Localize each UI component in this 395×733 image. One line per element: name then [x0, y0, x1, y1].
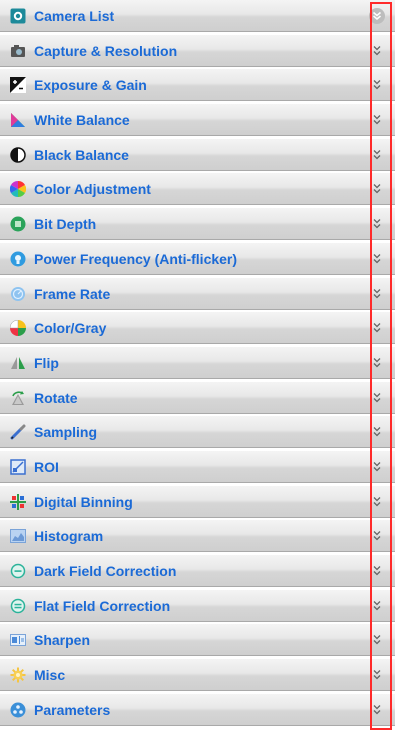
expand-chevron-icon[interactable] — [369, 598, 385, 614]
bit-depth-icon — [10, 216, 26, 232]
settings-accordion: Camera List Capture & Resolution Exposur… — [0, 0, 395, 728]
sharpen-icon — [10, 632, 26, 648]
white-balance-icon — [10, 112, 26, 128]
section-misc[interactable]: Misc — [0, 659, 395, 692]
expand-chevron-icon[interactable] — [369, 355, 385, 371]
section-label: White Balance — [34, 112, 130, 129]
color-wheel-icon — [10, 181, 26, 198]
section-label: Frame Rate — [34, 285, 111, 302]
section-label: Bit Depth — [34, 216, 97, 233]
section-label: Sharpen — [34, 632, 91, 649]
section-label: Digital Binning — [34, 493, 133, 510]
expand-chevron-icon[interactable] — [369, 632, 385, 648]
expand-chevron-icon[interactable] — [369, 181, 385, 197]
section-flat-field-correction[interactable]: Flat Field Correction — [0, 589, 395, 622]
flat-field-icon — [10, 598, 26, 614]
section-label: Color/Gray — [34, 320, 107, 337]
flip-icon — [10, 355, 26, 371]
dark-field-icon — [10, 563, 26, 579]
section-label: Camera List — [34, 8, 115, 24]
expand-chevron-icon[interactable] — [369, 43, 385, 59]
digital-binning-icon — [10, 493, 26, 510]
section-sampling[interactable]: Sampling — [0, 416, 395, 449]
section-label: Sampling — [34, 424, 98, 441]
section-black-balance[interactable]: Black Balance — [0, 138, 395, 171]
section-capture-resolution[interactable]: Capture & Resolution — [0, 34, 395, 67]
section-label: Rotate — [34, 389, 78, 406]
capture-camera-icon — [10, 43, 26, 59]
section-label: Exposure & Gain — [34, 77, 147, 94]
camera-settings-panel: Camera List Capture & Resolution Exposur… — [0, 0, 395, 733]
color-gray-icon — [10, 320, 26, 337]
expand-chevron-icon[interactable] — [369, 667, 385, 683]
black-balance-icon — [10, 147, 26, 163]
section-label: Flip — [34, 354, 59, 371]
section-label: Dark Field Correction — [34, 563, 177, 579]
section-power-frequency[interactable]: Power Frequency (Anti-flicker) — [0, 242, 395, 275]
expand-chevron-icon[interactable] — [369, 563, 385, 579]
section-sharpen[interactable]: Sharpen — [0, 624, 395, 657]
parameters-icon — [10, 702, 26, 718]
power-frequency-icon — [10, 251, 26, 267]
expand-chevron-icon[interactable] — [369, 286, 385, 302]
section-frame-rate[interactable]: Frame Rate — [0, 277, 395, 310]
section-flip[interactable]: Flip — [0, 346, 395, 379]
sampling-pen-icon — [10, 424, 26, 440]
section-camera-list[interactable]: Camera List — [0, 0, 395, 32]
section-digital-binning[interactable]: Digital Binning — [0, 485, 395, 518]
frame-rate-icon — [10, 286, 26, 302]
section-color-adjustment[interactable]: Color Adjustment — [0, 173, 395, 206]
section-label: Power Frequency (Anti-flicker) — [34, 250, 238, 267]
expand-chevron-icon[interactable] — [369, 112, 385, 128]
section-histogram[interactable]: Histogram — [0, 520, 395, 553]
expand-chevron-icon[interactable] — [369, 424, 385, 440]
section-exposure-gain[interactable]: Exposure & Gain — [0, 69, 395, 102]
section-label: Histogram — [34, 528, 104, 545]
section-label: ROI — [34, 458, 59, 475]
expand-chevron-icon[interactable] — [369, 320, 385, 336]
camera-list-icon — [10, 8, 26, 24]
section-label: Capture & Resolution — [34, 42, 178, 59]
expand-chevron-icon[interactable] — [369, 459, 385, 475]
section-white-balance[interactable]: White Balance — [0, 104, 395, 137]
expand-chevron-icon[interactable] — [369, 494, 385, 510]
section-label: Parameters — [34, 701, 111, 718]
expand-chevron-icon[interactable] — [369, 528, 385, 544]
expand-chevron-icon[interactable] — [369, 77, 385, 93]
section-label: Black Balance — [34, 146, 129, 163]
section-dark-field-correction[interactable]: Dark Field Correction — [0, 555, 395, 587]
expand-chevron-icon[interactable] — [369, 147, 385, 163]
histogram-icon — [10, 528, 26, 544]
collapse-chevron-icon[interactable] — [369, 8, 385, 24]
roi-icon — [10, 459, 26, 475]
expand-chevron-icon[interactable] — [369, 216, 385, 232]
section-roi[interactable]: ROI — [0, 450, 395, 483]
expand-chevron-icon[interactable] — [369, 390, 385, 406]
section-color-gray[interactable]: Color/Gray — [0, 312, 395, 345]
misc-gear-icon — [10, 667, 26, 683]
section-bit-depth[interactable]: Bit Depth — [0, 208, 395, 241]
section-label: Misc — [34, 667, 66, 684]
rotate-icon — [10, 390, 26, 406]
expand-chevron-icon[interactable] — [369, 702, 385, 718]
exposure-icon — [10, 77, 26, 94]
section-label: Color Adjustment — [34, 181, 151, 198]
section-parameters[interactable]: Parameters — [0, 693, 395, 726]
expand-chevron-icon[interactable] — [369, 251, 385, 267]
section-rotate[interactable]: Rotate — [0, 381, 395, 414]
section-label: Flat Field Correction — [34, 597, 171, 614]
